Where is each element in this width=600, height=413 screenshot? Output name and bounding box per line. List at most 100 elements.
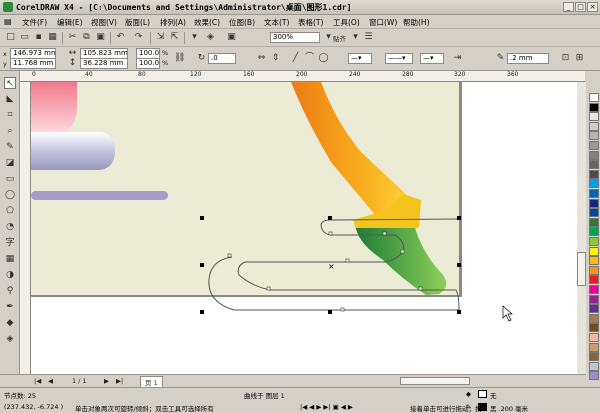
close-button[interactable]: × (587, 2, 598, 12)
start-arrow-select[interactable]: —▾ (348, 53, 372, 64)
palette-swatch[interactable] (589, 227, 599, 237)
palette-swatch[interactable] (589, 256, 599, 266)
palette-swatch[interactable] (589, 131, 599, 141)
freehand-tool-icon[interactable]: ✎ (4, 141, 16, 153)
drawing-canvas[interactable]: × (31, 82, 585, 374)
document-icon[interactable]: ▤ (4, 17, 12, 26)
next-page-icon[interactable]: ▶ (104, 377, 109, 385)
pick-tool-icon[interactable]: ↖ (4, 77, 16, 89)
horizontal-ruler[interactable]: 0 40 80 120 160 200 240 280 320 360 (20, 71, 585, 82)
close-curve-icon[interactable]: ◯ (318, 53, 329, 64)
basic-shapes-tool-icon[interactable]: ◔ (4, 221, 16, 233)
palette-swatch[interactable] (589, 112, 599, 122)
convert-outline-icon[interactable]: ⊞ (574, 53, 585, 64)
undo-icon[interactable]: ↶ (115, 32, 126, 43)
last-page-icon[interactable]: ▶| (116, 377, 123, 385)
snap-dropdown-icon[interactable]: ▾ (350, 32, 361, 43)
zoom-tool-icon[interactable]: ⌕ (4, 125, 16, 137)
lock-ratio-icon[interactable]: ⛓ (174, 53, 185, 64)
minimize-button[interactable]: _ (563, 2, 574, 12)
palette-swatch[interactable] (589, 246, 599, 256)
palette-swatch[interactable] (589, 93, 599, 102)
palette-swatch[interactable] (589, 169, 599, 179)
to-curve-icon[interactable]: ⌒ (304, 53, 315, 64)
horizontal-scrollbar-thumb[interactable] (400, 377, 470, 385)
palette-swatch[interactable] (589, 217, 599, 227)
fill-tool-icon[interactable]: ◆ (4, 317, 16, 329)
app-launcher-icon[interactable]: ▾ (189, 32, 200, 43)
menu-arrange[interactable]: 排列(A) (160, 17, 186, 28)
menu-text[interactable]: 文本(T) (264, 17, 289, 28)
prev-page-icon[interactable]: ◀ (48, 377, 53, 385)
rectangle-tool-icon[interactable]: ▭ (4, 173, 16, 185)
menu-view[interactable]: 视图(V) (91, 17, 117, 28)
wrap-text-icon[interactable]: ⇥ (452, 53, 463, 64)
shape-tool-icon[interactable]: ◣ (4, 93, 16, 105)
export-icon[interactable]: ⇱ (169, 32, 180, 43)
palette-swatch[interactable] (589, 237, 599, 246)
rotation-angle-field[interactable]: .0 (208, 53, 236, 64)
first-page-icon[interactable]: |◀ (34, 377, 41, 385)
height-field[interactable]: 36.228 mm (80, 58, 128, 69)
palette-swatch[interactable] (589, 361, 599, 371)
close-path-icon[interactable]: ⊡ (560, 53, 571, 64)
menu-effects[interactable]: 效果(C) (194, 17, 220, 28)
palette-swatch[interactable] (589, 313, 599, 323)
cut-icon[interactable]: ✂ (67, 32, 78, 43)
smart-fill-tool-icon[interactable]: ◪ (4, 157, 16, 169)
import-icon[interactable]: ⇲ (155, 32, 166, 43)
vertical-ruler[interactable] (20, 82, 31, 374)
palette-swatch[interactable] (589, 352, 599, 362)
palette-swatch[interactable] (589, 294, 599, 304)
palette-swatch[interactable] (589, 342, 599, 352)
menu-layout[interactable]: 版面(L) (125, 17, 150, 28)
save-icon[interactable]: ▪ (33, 32, 44, 43)
palette-swatch[interactable] (589, 371, 599, 381)
menu-edit[interactable]: 编辑(E) (57, 17, 83, 28)
palette-swatch[interactable] (589, 189, 599, 198)
open-icon[interactable]: ▭ (19, 32, 30, 43)
print-icon[interactable]: ▦ (47, 32, 58, 43)
restore-button[interactable]: □ (575, 2, 586, 12)
palette-swatch[interactable] (589, 323, 599, 333)
snap-to-button[interactable]: 贴齐 (333, 33, 346, 43)
menu-table[interactable]: 表格(T) (298, 17, 323, 28)
text-tool-icon[interactable]: 字 (4, 237, 16, 249)
corel-online-icon[interactable]: ▣ (226, 32, 237, 43)
palette-swatch[interactable] (589, 333, 599, 342)
y-position-field[interactable]: 11.768 mm (10, 58, 56, 69)
palette-swatch[interactable] (589, 275, 599, 285)
zoom-level-select[interactable]: 300% (270, 32, 320, 43)
playback-controls-icon[interactable]: |◀ ◀ ▶ ▶| ▣ ◀ ▶ (300, 403, 353, 411)
copy-icon[interactable]: ⧉ (81, 32, 92, 43)
redo-icon[interactable]: ↷ (133, 32, 144, 43)
new-icon[interactable]: □ (5, 32, 16, 43)
scrollbar-thumb[interactable] (577, 252, 586, 286)
palette-swatch[interactable] (589, 121, 599, 131)
interactive-fill-tool-icon[interactable]: ◈ (4, 333, 16, 345)
mirror-horizontal-icon[interactable]: ⇔ (256, 53, 267, 64)
interactive-blend-tool-icon[interactable]: ◑ (4, 269, 16, 281)
menu-window[interactable]: 窗口(W) (369, 17, 397, 28)
palette-swatch[interactable] (589, 304, 599, 314)
palette-swatch[interactable] (589, 265, 599, 275)
palette-swatch[interactable] (589, 198, 599, 208)
options-icon[interactable]: ☰ (363, 32, 374, 43)
palette-swatch[interactable] (589, 179, 599, 189)
palette-swatch[interactable] (589, 141, 599, 150)
line-style-select[interactable]: ——▾ (385, 53, 413, 64)
ellipse-tool-icon[interactable]: ◯ (4, 189, 16, 201)
mirror-vertical-icon[interactable]: ⇕ (270, 53, 281, 64)
outline-width-select[interactable]: .2 mm (507, 53, 549, 64)
menu-help[interactable]: 帮助(H) (403, 17, 430, 28)
paste-icon[interactable]: ▣ (95, 32, 106, 43)
end-arrow-select[interactable]: —▾ (420, 53, 444, 64)
crop-tool-icon[interactable]: ⌗ (4, 109, 16, 121)
welcome-screen-icon[interactable]: ◈ (205, 32, 216, 43)
eyedropper-tool-icon[interactable]: ⚲ (4, 285, 16, 297)
polygon-tool-icon[interactable]: ⬠ (4, 205, 16, 217)
menu-bitmaps[interactable]: 位图(B) (229, 17, 255, 28)
outline-tool-icon[interactable]: ✒ (4, 301, 16, 313)
palette-swatch[interactable] (589, 160, 599, 170)
table-tool-icon[interactable]: ▦ (4, 253, 16, 265)
